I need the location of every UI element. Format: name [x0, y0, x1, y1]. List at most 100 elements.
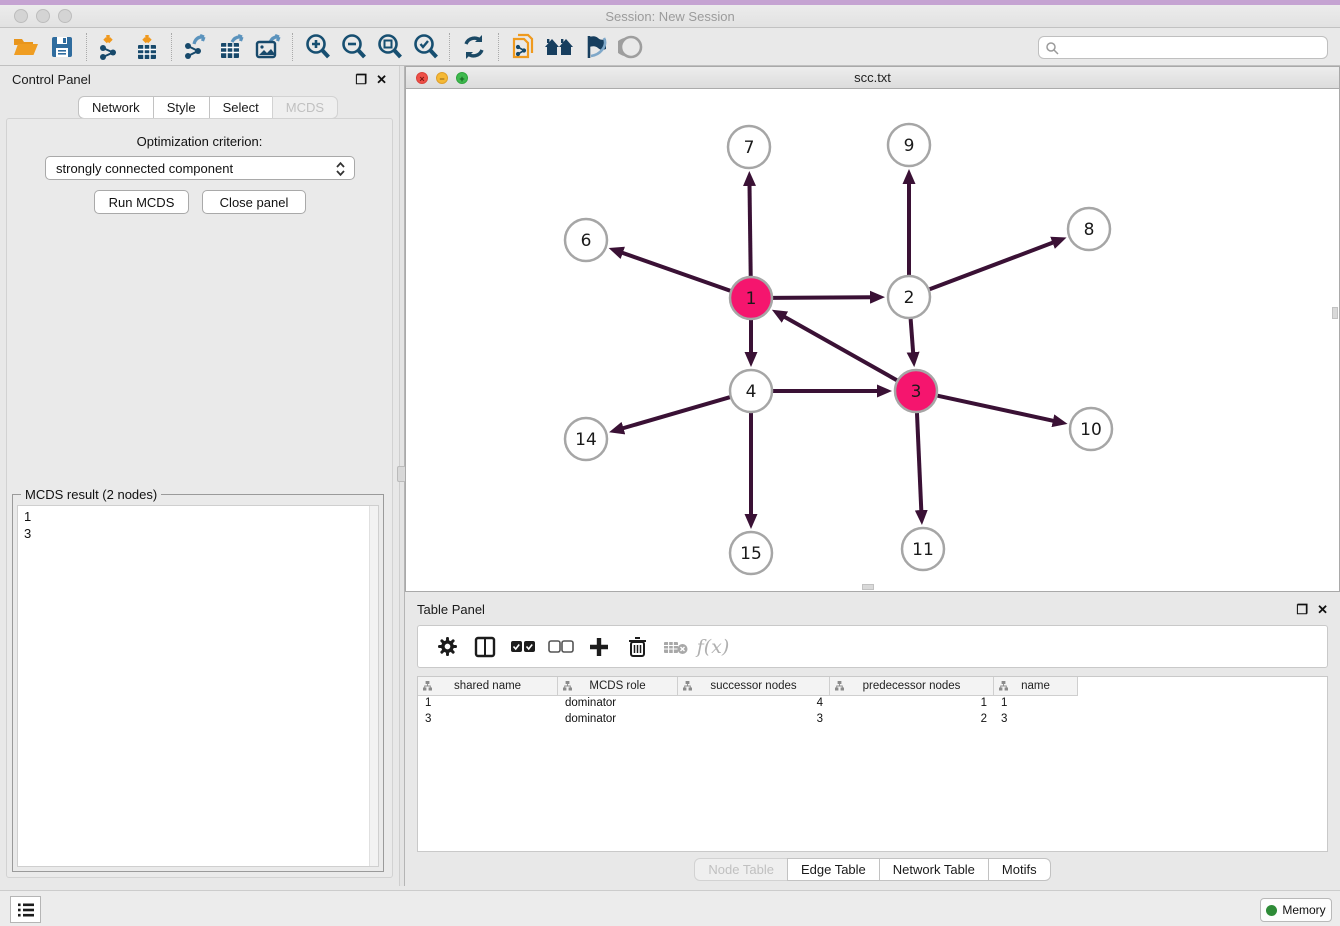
network-view-window: × − + scc.txt 7968124314101511 [405, 66, 1340, 592]
table-cell[interactable]: 3 [678, 712, 830, 728]
table-cell[interactable]: dominator [558, 696, 678, 712]
search-icon [1045, 41, 1059, 55]
tab-select[interactable]: Select [209, 96, 273, 119]
memory-button[interactable]: Memory [1260, 898, 1332, 922]
column-header-successor-nodes[interactable]: successor nodes [678, 677, 830, 696]
toolbar-separator [449, 33, 450, 61]
birdseye-view-icon [618, 34, 644, 60]
graph-edge-1-7[interactable] [750, 185, 751, 276]
control-panel-title: Control Panel [12, 72, 91, 87]
zoom-out-button[interactable] [335, 31, 371, 63]
graph-node-label-11: 11 [912, 540, 934, 560]
network-graph[interactable]: 7968124314101511 [406, 89, 1339, 591]
show-columns-button[interactable] [466, 629, 504, 665]
save-icon [50, 35, 74, 59]
column-header-MCDS-role[interactable]: MCDS role [558, 677, 678, 696]
refresh-layout-button[interactable] [456, 31, 492, 63]
tab-network-table[interactable]: Network Table [879, 858, 989, 881]
save-session-button[interactable] [44, 31, 80, 63]
graph-edge-4-14[interactable] [622, 397, 729, 428]
control-panel: Control Panel ❐ ✕ NetworkStyleSelectMCDS… [0, 66, 399, 886]
run-mcds-button[interactable]: Run MCDS [94, 190, 189, 214]
hide-graphics-button[interactable] [577, 31, 613, 63]
delete-column-button[interactable] [618, 629, 656, 665]
window-title: Session: New Session [0, 9, 1340, 24]
node-table-header: shared nameMCDS rolesuccessor nodesprede… [418, 677, 1078, 696]
search-input[interactable] [1038, 36, 1328, 59]
tab-node-table[interactable]: Node Table [694, 858, 788, 881]
graph-edge-3-10[interactable] [937, 396, 1053, 421]
column-header-name[interactable]: name [994, 677, 1078, 696]
tab-motifs[interactable]: Motifs [988, 858, 1051, 881]
network-window-titlebar[interactable]: × − + scc.txt [406, 67, 1339, 89]
open-folder-icon [12, 35, 40, 59]
graph-node-label-6: 6 [581, 231, 592, 251]
result-scrollbar[interactable] [369, 506, 378, 866]
open-session-button[interactable] [8, 31, 44, 63]
zoom-fit-button[interactable] [371, 31, 407, 63]
table-cell[interactable]: 3 [994, 712, 1078, 728]
table-row[interactable]: 1dominator411 [418, 696, 1078, 712]
control-panel-tabbar: NetworkStyleSelectMCDS [78, 96, 338, 119]
graph-node-label-4: 4 [746, 382, 757, 402]
home-button[interactable] [541, 31, 577, 63]
close-panel-icon[interactable]: ✕ [376, 72, 387, 88]
column-header-predecessor-nodes[interactable]: predecessor nodes [830, 677, 994, 696]
zoom-fit-icon [376, 33, 403, 60]
graph-node-label-3: 3 [911, 382, 922, 402]
application-window: Session: New Session [0, 0, 1340, 926]
graph-node-label-7: 7 [744, 138, 755, 158]
function-builder-button[interactable]: f(x) [694, 629, 732, 665]
import-network-icon [98, 34, 124, 60]
table-cell[interactable]: dominator [558, 712, 678, 728]
delete-table-button[interactable] [656, 629, 694, 665]
float-panel-icon[interactable]: ❐ [1296, 602, 1308, 618]
graph-edge-2-3[interactable] [911, 319, 914, 353]
main-titlebar[interactable]: Session: New Session [0, 5, 1340, 28]
graph-edge-3-11[interactable] [917, 413, 921, 511]
import-network-button[interactable] [93, 31, 129, 63]
select-all-columns-button[interactable] [504, 629, 542, 665]
table-cell[interactable]: 1 [994, 696, 1078, 712]
graph-edge-1-6[interactable] [622, 253, 730, 291]
export-network-button[interactable] [178, 31, 214, 63]
tab-edge-table[interactable]: Edge Table [787, 858, 880, 881]
unselect-all-columns-button[interactable] [542, 629, 580, 665]
graph-edge-1-2[interactable] [773, 297, 871, 298]
task-history-button[interactable] [10, 896, 41, 923]
export-image-button[interactable] [250, 31, 286, 63]
right-splitter-nub[interactable] [1332, 307, 1338, 319]
table-cell[interactable]: 3 [418, 712, 558, 728]
bottom-splitter-nub[interactable] [862, 584, 874, 590]
table-settings-button[interactable] [428, 629, 466, 665]
import-table-button[interactable] [129, 31, 165, 63]
close-panel-button[interactable]: Close panel [202, 190, 306, 214]
tab-mcds[interactable]: MCDS [272, 96, 338, 119]
tab-style[interactable]: Style [153, 96, 210, 119]
network-file-icon [510, 33, 536, 61]
tab-network[interactable]: Network [78, 96, 154, 119]
criterion-select[interactable]: strongly connected component [45, 156, 355, 180]
zoom-selected-button[interactable] [407, 31, 443, 63]
import-table-icon [134, 34, 160, 60]
graph-edge-3-1[interactable] [784, 317, 897, 381]
graph-node-label-15: 15 [740, 544, 762, 564]
table-cell[interactable]: 2 [830, 712, 994, 728]
mcds-result-area[interactable]: 1 3 [17, 505, 379, 867]
zoom-in-icon [304, 33, 331, 60]
table-cell[interactable]: 1 [830, 696, 994, 712]
close-panel-icon[interactable]: ✕ [1317, 602, 1328, 618]
table-cell[interactable]: 1 [418, 696, 558, 712]
column-header-shared-name[interactable]: shared name [418, 677, 558, 696]
add-column-button[interactable] [580, 629, 618, 665]
graph-node-label-1: 1 [746, 289, 757, 309]
zoom-in-button[interactable] [299, 31, 335, 63]
checked-boxes-icon [510, 640, 536, 653]
network-file-button[interactable] [505, 31, 541, 63]
graph-edge-2-8[interactable] [930, 242, 1054, 289]
birdseye-view-button[interactable] [613, 31, 649, 63]
export-table-button[interactable] [214, 31, 250, 63]
float-panel-icon[interactable]: ❐ [355, 72, 367, 88]
table-row[interactable]: 3dominator323 [418, 712, 1078, 728]
table-cell[interactable]: 4 [678, 696, 830, 712]
